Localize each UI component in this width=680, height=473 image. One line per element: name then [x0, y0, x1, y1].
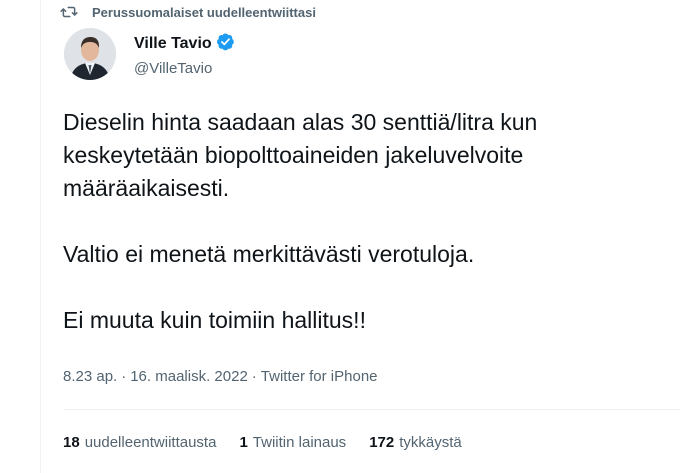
avatar[interactable]: [64, 28, 116, 80]
retweets-label: uudelleentwiittausta: [84, 434, 217, 451]
tweet-page: Perussuomalaiset uudelleentwiittasi Vill…: [0, 0, 680, 473]
quotes-count: 1: [239, 434, 248, 451]
retweet-icon: [60, 3, 78, 21]
display-name[interactable]: Ville Tavio: [134, 35, 212, 53]
meta-separator: ·: [251, 368, 257, 385]
quotes-label: Twiitin lainaus: [252, 434, 347, 451]
retweets-count: 18: [63, 434, 80, 451]
social-context[interactable]: Perussuomalaiset uudelleentwiittasi: [60, 0, 316, 24]
tweet-time[interactable]: 8.23 ap.: [63, 368, 117, 385]
tweet-paragraph: Dieselin hinta saadaan alas 30 senttiä/l…: [63, 109, 538, 201]
tweet-date[interactable]: 16. maalisk. 2022: [130, 368, 248, 385]
tweet-header: Ville Tavio @VilleTavio: [64, 28, 235, 80]
tweet-stats: 18 uudelleentwiittausta 1 Twiitin lainau…: [63, 434, 462, 451]
likes-stat[interactable]: 172 tykkäystä: [369, 434, 462, 451]
tweet-meta: 8.23 ap. · 16. maalisk. 2022 · Twitter f…: [63, 368, 378, 385]
tweet-paragraph: Valtio ei menetä merkittävästi verotuloj…: [63, 241, 475, 267]
likes-label: tykkäystä: [399, 434, 462, 451]
social-context-text: Perussuomalaiset uudelleentwiittasi: [92, 4, 316, 20]
tweet-paragraph: Ei muuta kuin toimiin hallitus!!: [63, 307, 366, 333]
tweet-source[interactable]: Twitter for iPhone: [261, 368, 378, 385]
likes-count: 172: [369, 434, 395, 451]
divider: [63, 409, 680, 410]
author-names: Ville Tavio @VilleTavio: [134, 32, 235, 77]
display-name-row: Ville Tavio: [134, 32, 235, 56]
verified-badge-icon: [216, 32, 235, 56]
meta-separator: ·: [121, 368, 127, 385]
quotes-stat[interactable]: 1 Twiitin lainaus: [239, 434, 346, 451]
timeline-rule: [40, 0, 41, 473]
tweet-text: Dieselin hinta saadaan alas 30 senttiä/l…: [63, 106, 673, 337]
retweets-stat[interactable]: 18 uudelleentwiittausta: [63, 434, 216, 451]
author-handle[interactable]: @VilleTavio: [134, 60, 235, 77]
